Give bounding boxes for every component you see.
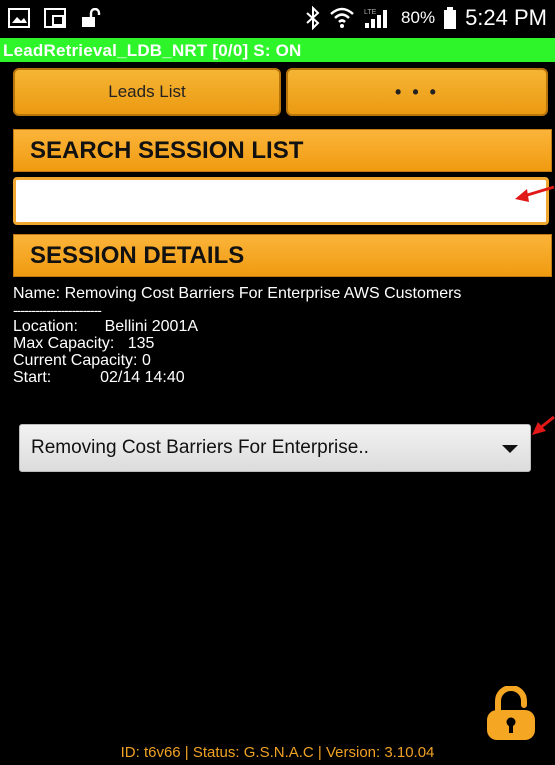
signal-icon: LTE (364, 9, 388, 28)
session-max-capacity: Max Capacity: 135 (13, 335, 155, 352)
unlock-icon (82, 8, 101, 27)
status-right-icons: LTE 80% 5:24 PM (305, 5, 547, 31)
session-select-value: Removing Cost Barriers For Enterprise.. (31, 437, 369, 458)
session-details-header: SESSION DETAILS (13, 234, 552, 277)
bluetooth-icon (306, 6, 320, 30)
status-left-icons (8, 8, 102, 28)
app-title-bar: LeadRetrieval_LDB_NRT [0/0] S: ON (0, 38, 555, 62)
session-location: Location: Bellini 2001A (13, 318, 199, 335)
session-start: Start: 02/14 14:40 (13, 369, 185, 386)
clock: 5:24 PM (465, 5, 547, 30)
more-options-button[interactable]: • • • (286, 68, 548, 116)
session-current-capacity: Current Capacity: 0 (13, 352, 151, 369)
status-bar: LTE 80% 5:24 PM (0, 0, 555, 38)
wifi-icon (330, 7, 354, 28)
search-session-header: SEARCH SESSION LIST (13, 129, 552, 172)
footer-status: ID: t6v66 | Status: G.S.N.A.C | Version:… (120, 744, 435, 761)
battery-icon (444, 7, 457, 29)
screenshot-icon (44, 8, 66, 28)
separator-line: ------------------------ (13, 302, 102, 318)
chevron-down-icon (502, 445, 518, 453)
unlocked-padlock-icon[interactable] (484, 686, 538, 742)
gallery-icon (8, 8, 30, 28)
red-arrow-icon (515, 185, 555, 202)
leads-list-button[interactable]: Leads List (13, 68, 281, 116)
search-session-field[interactable] (13, 177, 549, 225)
red-arrow-icon (532, 416, 555, 435)
session-details: Name: Removing Cost Barriers For Enterpr… (13, 285, 543, 386)
search-session-input[interactable] (16, 180, 546, 222)
app-title: LeadRetrieval_LDB_NRT [0/0] S: ON (3, 41, 302, 60)
svg-text:LTE: LTE (364, 9, 377, 16)
session-select-dropdown[interactable]: Removing Cost Barriers For Enterprise.. (19, 424, 531, 472)
battery-percent: 80% (401, 8, 436, 27)
session-name: Name: Removing Cost Barriers For Enterpr… (13, 285, 462, 302)
